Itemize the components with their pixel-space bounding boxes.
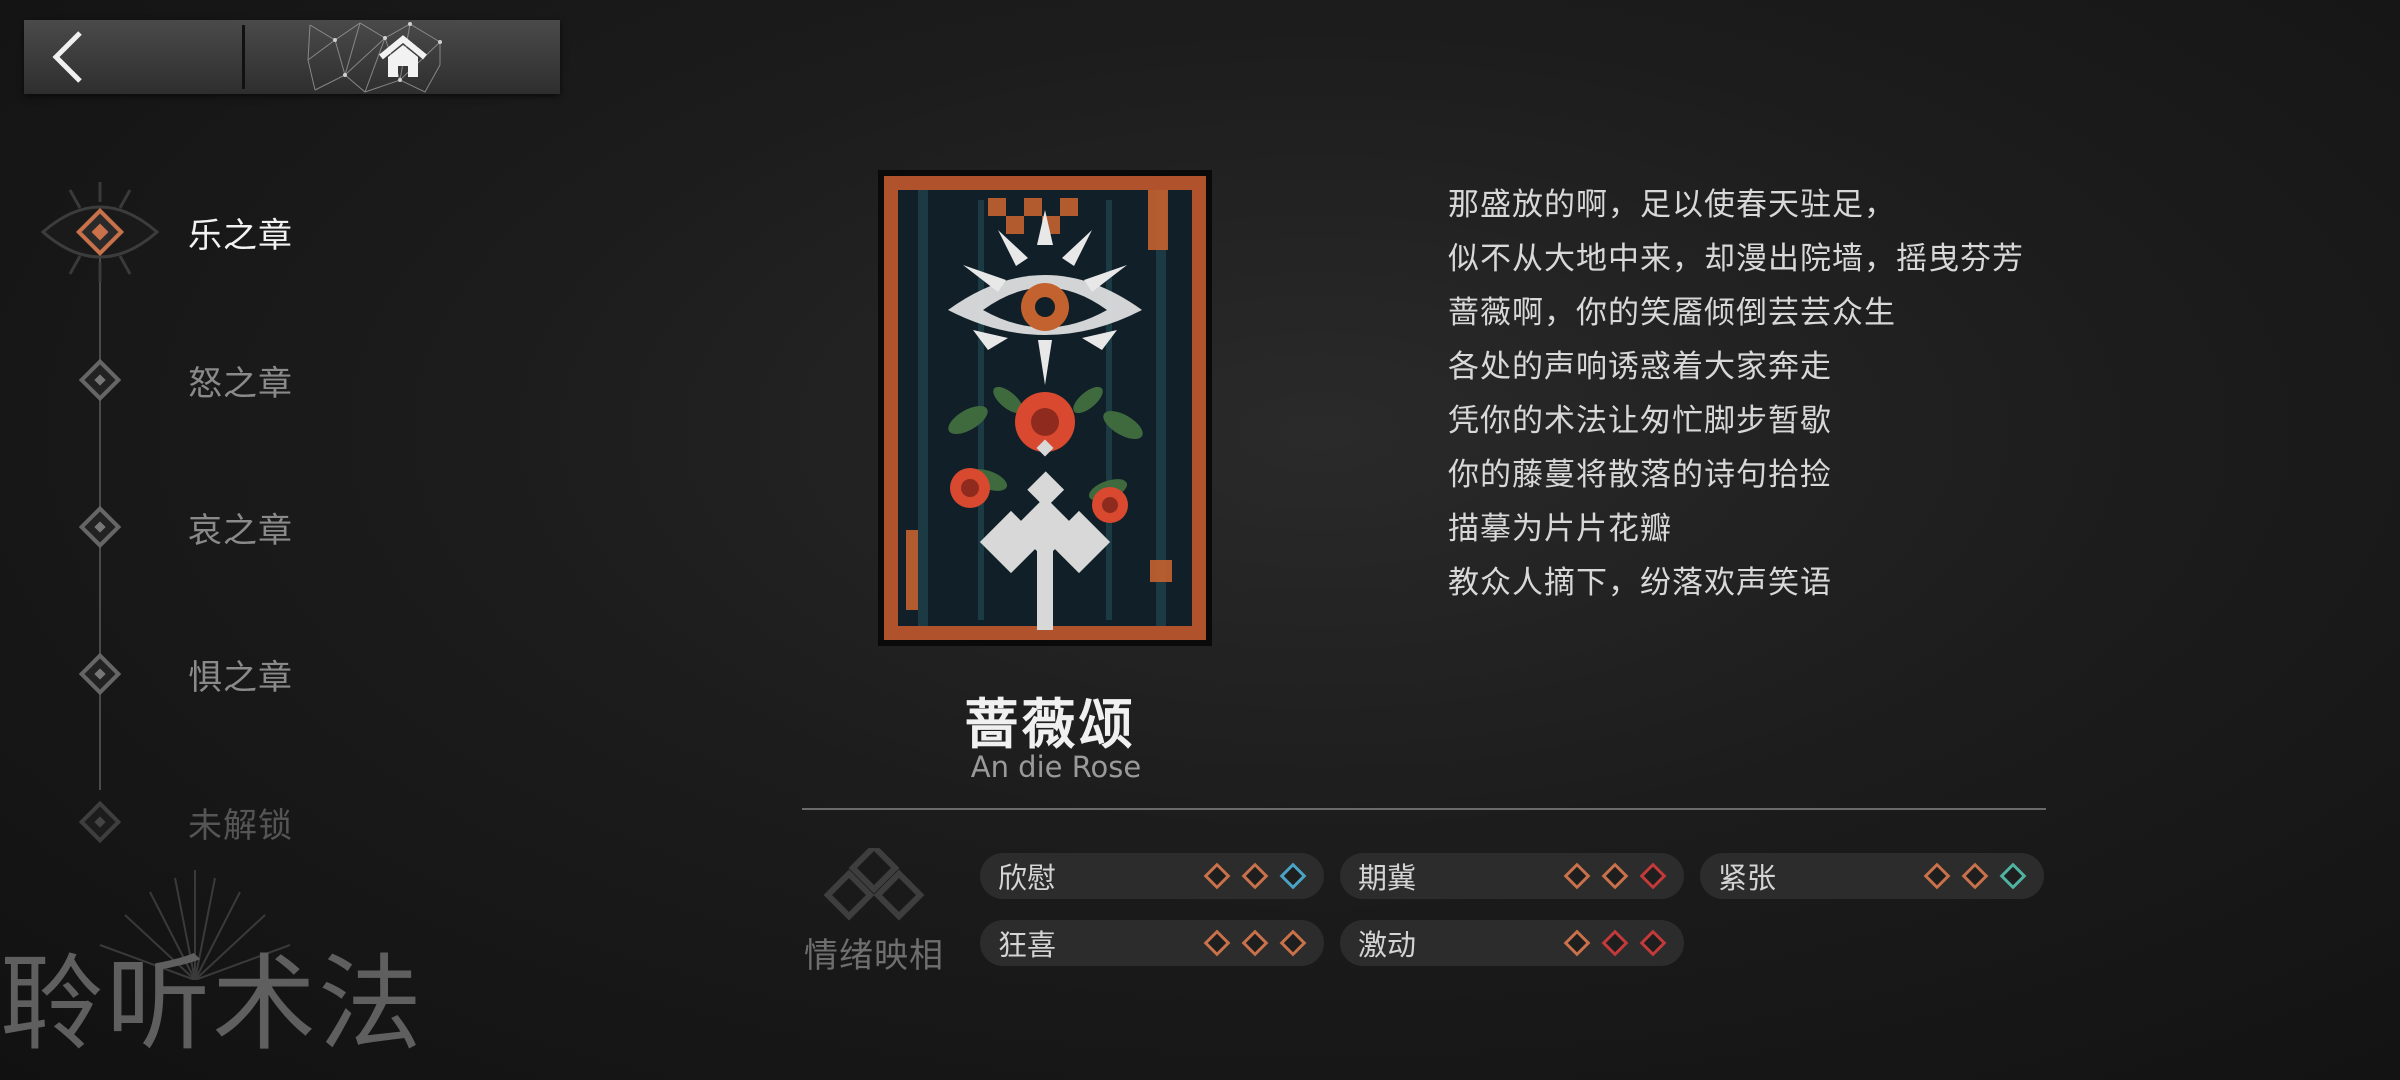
diamond-orange-icon (1203, 929, 1231, 957)
emotion-name: 欣慰 (998, 861, 1057, 895)
chapter-label: 未解锁 (188, 805, 293, 846)
diamond-red-icon (1601, 929, 1629, 957)
emotion-diamonds (1200, 926, 1310, 960)
emotion-name: 紧张 (1718, 861, 1777, 895)
emotion-name: 激动 (1358, 928, 1417, 962)
lyric-line: 描摹为片片花瓣 (1448, 511, 1672, 547)
chapter-item-locked: 未解锁 (0, 782, 400, 862)
chapter-item-fear[interactable]: 惧之章 (0, 634, 400, 714)
song-subtitle: An die Rose (970, 750, 1142, 784)
emotion-diamonds (1560, 926, 1670, 960)
brand-title: 聆听术法 (0, 943, 425, 1065)
back-button[interactable] (24, 20, 242, 94)
home-icon (378, 35, 427, 77)
emotion-chip: 激动 (1340, 920, 1684, 966)
emotion-chip: 紧张 (1700, 853, 2044, 899)
diamond-orange-icon (1563, 929, 1591, 957)
lyric-line: 似不从大地中来，却漫出院墙，摇曳芬芳 (1448, 241, 2024, 277)
lyric-line: 各处的声响诱惑着大家奔走 (1448, 349, 1832, 385)
home-button[interactable] (245, 20, 560, 94)
emotion-chip: 狂喜 (980, 920, 1324, 966)
section-divider (802, 808, 2046, 810)
diamond-blue-icon (1279, 862, 1307, 890)
lyrics-block: 那盛放的啊，足以使春天驻足， 似不从大地中来，却漫出院墙，摇曳芬芳 蔷薇啊，你的… (1448, 178, 2148, 610)
lyric-line: 你的藤蔓将散落的诗句拾捡 (1448, 457, 1832, 493)
emotion-name: 狂喜 (998, 928, 1057, 962)
lyric-line: 凭你的术法让匆忙脚步暂歇 (1448, 403, 1832, 439)
emotion-diamonds (1200, 859, 1310, 893)
emotion-diamonds (1920, 859, 2030, 893)
diamond-orange-icon (1241, 862, 1269, 890)
emotion-chip: 期冀 (1340, 853, 1684, 899)
chevron-left-icon (52, 31, 82, 83)
lyric-line: 蔷薇啊，你的笑靥倾倒芸芸众生 (1448, 295, 1896, 331)
diamond-red-icon (1639, 929, 1667, 957)
lyric-line: 那盛放的啊，足以使春天驻足， (1448, 187, 1896, 223)
chapter-list: 乐之章 怒之章 哀之章 惧之章 未解锁 (0, 150, 400, 850)
lyric-line: 教众人摘下，纷落欢声笑语 (1448, 565, 1832, 601)
emotion-name: 期冀 (1358, 861, 1417, 895)
diamond-teal-icon (1999, 862, 2027, 890)
chapter-item-anger[interactable]: 怒之章 (0, 340, 400, 420)
chapter-item-joy[interactable]: 乐之章 (0, 182, 400, 282)
diamond-orange-icon (1923, 862, 1951, 890)
diamond-marker-icon (70, 497, 130, 557)
chapter-label: 哀之章 (188, 510, 293, 551)
chapter-label: 惧之章 (188, 657, 293, 698)
diamond-marker-icon (70, 644, 130, 704)
diamond-red-icon (1639, 862, 1667, 890)
chapter-label: 乐之章 (188, 215, 293, 256)
chapter-label: 怒之章 (188, 363, 293, 404)
eye-marker-icon (35, 180, 165, 284)
diamond-orange-icon (1203, 862, 1231, 890)
emotion-mapping-icon (823, 848, 925, 921)
diamond-marker-icon (70, 350, 130, 410)
chapter-item-sorrow[interactable]: 哀之章 (0, 487, 400, 567)
emotion-mapping-title: 情绪映相 (804, 936, 944, 976)
diamond-orange-icon (1601, 862, 1629, 890)
diamond-orange-icon (1961, 862, 1989, 890)
top-nav-bar (24, 20, 560, 94)
emotion-diamonds (1560, 859, 1670, 893)
diamond-orange-icon (1563, 862, 1591, 890)
diamond-marker-icon (70, 792, 130, 852)
song-title: 蔷薇颂 (964, 693, 1136, 756)
song-card-art (878, 170, 1212, 646)
diamond-orange-icon (1241, 929, 1269, 957)
emotion-chip: 欣慰 (980, 853, 1324, 899)
diamond-orange-icon (1279, 929, 1307, 957)
